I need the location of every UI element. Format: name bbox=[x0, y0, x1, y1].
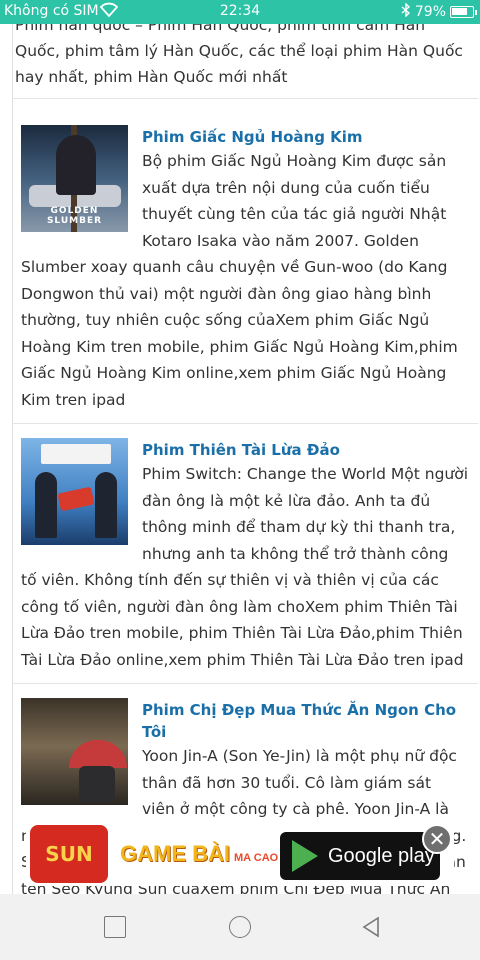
back-triangle-icon[interactable] bbox=[360, 916, 382, 938]
status-bar: Không có SIM 22:34 79% bbox=[0, 0, 480, 24]
google-play-label: Google play bbox=[328, 844, 435, 867]
article-item[interactable]: GOLDEN SLUMBER Phim Giấc Ngủ Hoàng Kim B… bbox=[13, 111, 478, 424]
google-play-button[interactable]: Google play bbox=[280, 832, 440, 880]
navigation-bar bbox=[0, 894, 480, 960]
battery-percent: 79% bbox=[414, 4, 446, 20]
article-thumbnail[interactable] bbox=[21, 698, 128, 805]
ad-subline: MA CAO bbox=[234, 852, 279, 864]
play-store-icon bbox=[292, 840, 318, 872]
ad-logo: SUN bbox=[30, 825, 108, 883]
thumbnail-caption: GOLDEN SLUMBER bbox=[46, 206, 103, 226]
article-thumbnail[interactable]: GOLDEN SLUMBER bbox=[21, 125, 128, 232]
article-item[interactable]: Phim Thiên Tài Lừa Đảo Phim Switch: Chan… bbox=[13, 424, 478, 684]
article-list[interactable]: Phim hàn quốc – Phim Hàn Quốc, phim tình… bbox=[12, 24, 478, 894]
battery-icon bbox=[450, 6, 477, 18]
bluetooth-icon bbox=[401, 2, 411, 21]
home-circle-icon[interactable] bbox=[229, 916, 251, 938]
ad-headline: GAME BÀI MA CAO bbox=[120, 841, 279, 866]
recents-square-icon[interactable] bbox=[104, 916, 126, 938]
ad-banner[interactable]: SUN GAME BÀI MA CAO Google play ✕ bbox=[26, 822, 454, 886]
category-description: Phim hàn quốc – Phim Hàn Quốc, phim tình… bbox=[13, 24, 478, 99]
article-thumbnail[interactable] bbox=[21, 438, 128, 545]
close-icon[interactable]: ✕ bbox=[422, 824, 452, 854]
